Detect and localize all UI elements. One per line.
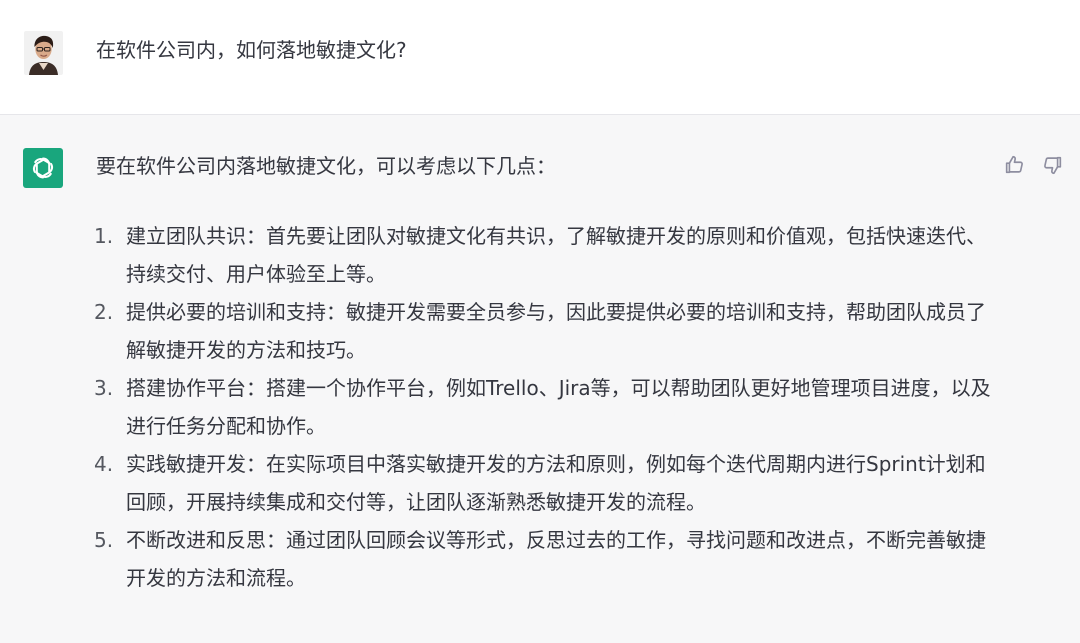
thumbs-up-button[interactable] — [1002, 153, 1026, 177]
user-message-text: 在软件公司内，如何落地敏捷文化? — [96, 38, 407, 62]
assistant-message-row: 要在软件公司内落地敏捷文化，可以考虑以下几点： 1. 建立团队共识：首先要让团队… — [0, 115, 1080, 643]
list-item-number: 1. — [94, 224, 114, 248]
user-avatar-photo — [24, 31, 63, 75]
list-item-number: 2. — [94, 300, 114, 324]
thumbs-down-button[interactable] — [1041, 153, 1065, 177]
user-message-row: 在软件公司内，如何落地敏捷文化? — [0, 0, 1080, 115]
list-item-text: 建立团队共识：首先要让团队对敏捷文化有共识，了解敏捷开发的原则和价值观，包括快速… — [126, 224, 986, 286]
list-item-number: 3. — [94, 376, 114, 400]
list-item-text: 实践敏捷开发：在实际项目中落实敏捷开发的方法和原则，例如每个迭代周期内进行Spr… — [126, 452, 986, 514]
list-item-number: 4. — [94, 452, 114, 476]
user-avatar — [24, 31, 63, 75]
thumbs-up-icon — [1005, 155, 1023, 174]
thumbs-down-icon — [1044, 156, 1062, 175]
list-item-text: 提供必要的培训和支持：敏捷开发需要全员参与，因此要提供必要的培训和支持，帮助团队… — [126, 300, 986, 362]
list-item: 3. 搭建协作平台：搭建一个协作平台，例如Trello、Jira等，可以帮助团队… — [94, 369, 994, 445]
list-item: 4. 实践敏捷开发：在实际项目中落实敏捷开发的方法和原则，例如每个迭代周期内进行… — [94, 445, 994, 521]
list-item-number: 5. — [94, 528, 114, 552]
answer-list: 1. 建立团队共识：首先要让团队对敏捷文化有共识，了解敏捷开发的原则和价值观，包… — [94, 217, 994, 597]
list-item-text: 搭建协作平台：搭建一个协作平台，例如Trello、Jira等，可以帮助团队更好地… — [126, 376, 991, 438]
list-item: 5. 不断改进和反思：通过团队回顾会议等形式，反思过去的工作，寻找问题和改进点，… — [94, 521, 994, 597]
openai-logo-icon — [32, 157, 54, 179]
list-item: 2. 提供必要的培训和支持：敏捷开发需要全员参与，因此要提供必要的培训和支持，帮… — [94, 293, 994, 369]
list-item-text: 不断改进和反思：通过团队回顾会议等形式，反思过去的工作，寻找问题和改进点，不断完… — [126, 528, 986, 590]
list-item: 1. 建立团队共识：首先要让团队对敏捷文化有共识，了解敏捷开发的原则和价值观，包… — [94, 217, 994, 293]
assistant-intro-text: 要在软件公司内落地敏捷文化，可以考虑以下几点： — [96, 154, 556, 178]
assistant-avatar — [23, 148, 63, 188]
